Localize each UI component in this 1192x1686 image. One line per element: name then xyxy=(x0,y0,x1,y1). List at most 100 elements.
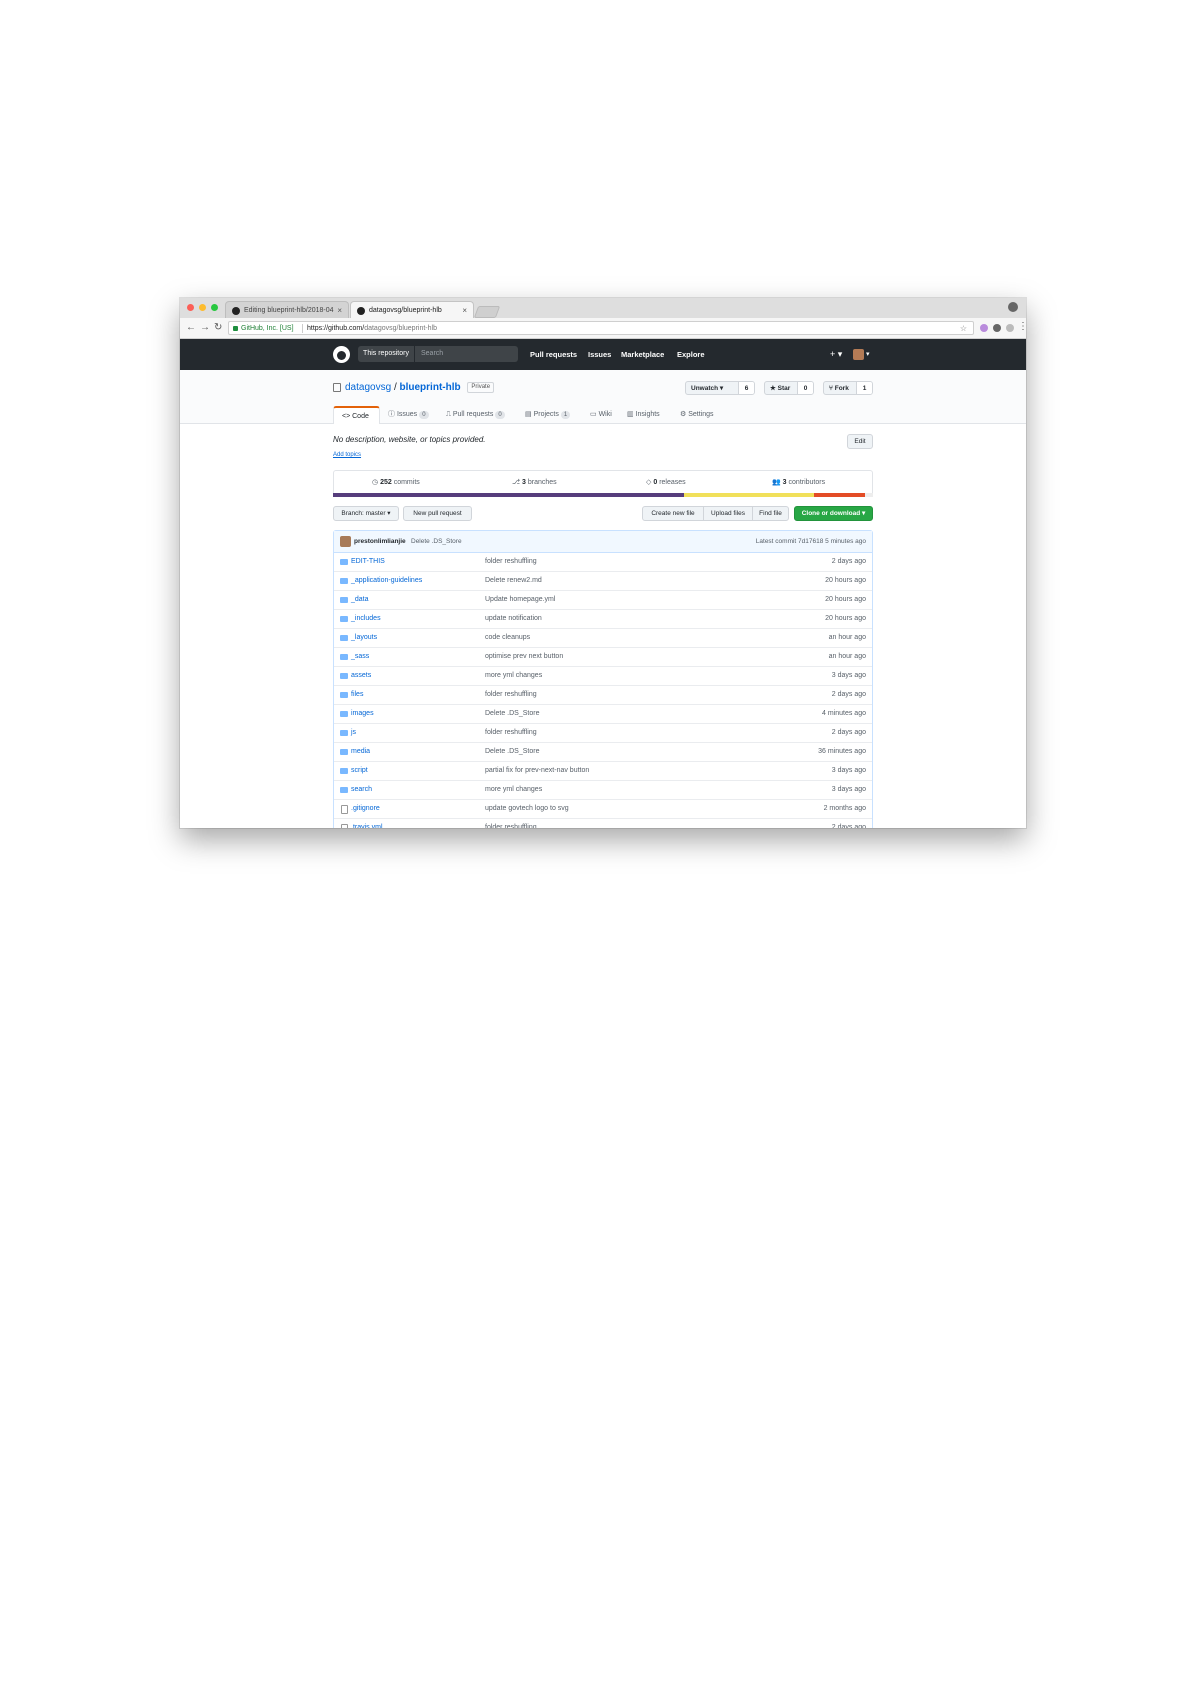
commit-message[interactable]: Delete .DS_Store xyxy=(411,531,462,552)
contributors-count: 3 xyxy=(782,479,787,486)
browser-tab-editing[interactable]: Editing blueprint-hlb/2018-04 × xyxy=(225,301,349,318)
file-name-link[interactable]: _layouts xyxy=(351,629,377,647)
maximize-window-dot[interactable] xyxy=(211,304,218,311)
language-segment[interactable] xyxy=(333,493,684,497)
table-row: _data Update homepage.yml 20 hours ago xyxy=(334,590,872,609)
commit-author[interactable]: prestonlimlianjie xyxy=(354,531,406,552)
minimize-window-dot[interactable] xyxy=(199,304,206,311)
file-commit-message[interactable]: more yml changes xyxy=(485,667,542,685)
edit-description-button[interactable]: Edit xyxy=(847,434,873,449)
file-name-link[interactable]: images xyxy=(351,705,374,723)
file-name-link[interactable]: search xyxy=(351,781,372,799)
file-name-link[interactable]: assets xyxy=(351,667,371,685)
close-tab-icon[interactable]: × xyxy=(337,302,342,318)
file-commit-message[interactable]: folder reshuffling xyxy=(485,553,537,571)
watchers-count[interactable]: 6 xyxy=(738,382,754,394)
file-name-link[interactable]: .gitignore xyxy=(351,800,380,818)
file-commit-message[interactable]: code cleanups xyxy=(485,629,530,647)
upload-files-button[interactable]: Upload files xyxy=(703,506,753,521)
avatar-caret-icon[interactable]: ▾ xyxy=(866,339,870,370)
file-commit-message[interactable]: partial fix for prev-next-nav button xyxy=(485,762,589,780)
file-commit-message[interactable]: update govtech logo to svg xyxy=(485,800,569,818)
tab-insights[interactable]: ▥ Insights xyxy=(627,406,660,423)
search-input[interactable]: Search xyxy=(414,346,518,362)
create-new-file-button[interactable]: Create new file xyxy=(642,506,704,521)
branch-select-button[interactable]: Branch: master ▾ xyxy=(333,506,399,521)
file-name-link[interactable]: js xyxy=(351,724,356,742)
new-pull-request-button[interactable]: New pull request xyxy=(403,506,472,521)
github-logo-icon[interactable] xyxy=(333,346,350,363)
commit-author-avatar[interactable] xyxy=(340,536,351,547)
tab-code[interactable]: <> Code xyxy=(333,406,380,424)
add-topics-link[interactable]: Add topics xyxy=(333,452,361,458)
user-avatar[interactable] xyxy=(853,349,864,360)
nav-issues[interactable]: Issues xyxy=(588,339,611,370)
url-field[interactable]: GitHub, Inc. [US] https://github.com/dat… xyxy=(228,321,974,335)
extension-icon-2[interactable] xyxy=(993,324,1001,332)
profile-icon[interactable] xyxy=(1008,302,1018,312)
file-commit-message[interactable]: folder reshuffling xyxy=(485,686,537,704)
star-button[interactable]: ★ Star 0 xyxy=(764,381,814,395)
file-commit-message[interactable]: optimise prev next button xyxy=(485,648,563,666)
extension-icon-3[interactable] xyxy=(1006,324,1014,332)
tab-settings[interactable]: ⚙ Settings xyxy=(680,406,714,423)
file-name-link[interactable]: .travis.yml xyxy=(351,819,383,828)
tab-pull-requests[interactable]: ⎍ Pull requests 0 xyxy=(446,406,505,423)
find-file-button[interactable]: Find file xyxy=(752,506,789,521)
file-commit-message[interactable]: Delete .DS_Store xyxy=(485,743,539,761)
reload-icon[interactable]: ↻ xyxy=(214,321,222,335)
forward-icon[interactable]: → xyxy=(200,321,210,335)
tab-wiki[interactable]: ▭ Wiki xyxy=(590,406,612,423)
folder-icon xyxy=(340,787,348,793)
repo-name-link[interactable]: blueprint-hlb xyxy=(400,382,461,393)
language-bar[interactable] xyxy=(333,493,873,497)
clone-or-download-button[interactable]: Clone or download ▾ xyxy=(794,506,873,521)
close-tab-icon[interactable]: × xyxy=(462,302,467,318)
repo-owner-link[interactable]: datagovsg xyxy=(345,382,391,393)
folder-icon xyxy=(340,692,348,698)
nav-explore[interactable]: Explore xyxy=(677,339,705,370)
menu-icon[interactable]: ⋮ xyxy=(1018,320,1026,334)
language-segment[interactable] xyxy=(683,493,814,497)
browser-tab-repo[interactable]: datagovsg/blueprint-hlb × xyxy=(350,301,474,318)
contributors-summary[interactable]: 👥 3 contributors xyxy=(772,471,825,494)
file-commit-message[interactable]: folder reshuffling xyxy=(485,724,537,742)
file-name-link[interactable]: script xyxy=(351,762,368,780)
file-name-link[interactable]: _includes xyxy=(351,610,381,628)
latest-commit-info[interactable]: Latest commit 7d17618 5 minutes ago xyxy=(756,531,866,552)
file-name-link[interactable]: _data xyxy=(351,591,369,609)
file-name-link[interactable]: media xyxy=(351,743,370,761)
stars-count[interactable]: 0 xyxy=(797,382,813,394)
close-window-dot[interactable] xyxy=(187,304,194,311)
new-tab-button[interactable] xyxy=(473,306,501,318)
back-icon[interactable]: ← xyxy=(186,321,196,335)
file-name-link[interactable]: _sass xyxy=(351,648,369,666)
language-segment[interactable] xyxy=(864,493,873,497)
file-name-link[interactable]: _application-guidelines xyxy=(351,572,422,590)
file-commit-message[interactable]: more yml changes xyxy=(485,781,542,799)
file-name-link[interactable]: EDIT-THIS xyxy=(351,553,385,571)
browser-window: Editing blueprint-hlb/2018-04 × datagovs… xyxy=(180,298,1026,828)
file-commit-message[interactable]: Delete renew2.md xyxy=(485,572,542,590)
file-commit-message[interactable]: update notification xyxy=(485,610,542,628)
file-commit-message[interactable]: Delete .DS_Store xyxy=(485,705,539,723)
unwatch-button[interactable]: Unwatch ▾ 6 xyxy=(685,381,755,395)
bookmark-star-icon[interactable]: ☆ xyxy=(960,322,967,336)
file-commit-message[interactable]: Update homepage.yml xyxy=(485,591,555,609)
nav-marketplace[interactable]: Marketplace xyxy=(621,339,664,370)
table-row: media Delete .DS_Store 36 minutes ago xyxy=(334,742,872,761)
forks-count[interactable]: 1 xyxy=(856,382,872,394)
create-new-button[interactable]: + ▾ xyxy=(830,339,842,370)
extension-icon-1[interactable] xyxy=(980,324,988,332)
branches-summary[interactable]: ⎇ 3 branches xyxy=(512,471,557,494)
file-commit-message[interactable]: folder reshuffling xyxy=(485,819,537,828)
nav-pull-requests[interactable]: Pull requests xyxy=(530,339,577,370)
tab-projects[interactable]: ▤ Projects 1 xyxy=(525,406,571,423)
file-age: 3 days ago xyxy=(831,672,866,679)
fork-button[interactable]: ⑂ Fork 1 xyxy=(823,381,873,395)
file-name-link[interactable]: files xyxy=(351,686,363,704)
commits-summary[interactable]: ◷ 252 commits xyxy=(372,471,420,494)
language-segment[interactable] xyxy=(813,493,865,497)
tab-issues[interactable]: ⓘ Issues 0 xyxy=(388,406,429,423)
releases-summary[interactable]: ◇ 0 releases xyxy=(646,471,686,494)
